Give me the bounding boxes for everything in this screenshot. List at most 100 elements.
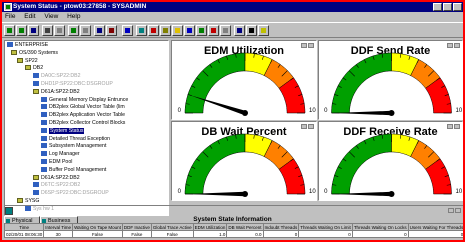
chart-view-icon[interactable] (148, 25, 159, 36)
column-header[interactable]: Indoubt Threads (262, 223, 300, 231)
tree-item[interactable]: D6SP:SP22:DBC:DSGROUP (33, 190, 109, 197)
tree-item[interactable]: EDM Pool (41, 159, 72, 166)
close-button[interactable] (453, 3, 462, 11)
column-header[interactable]: Waiting On Tape Mount (72, 223, 123, 231)
tree-item[interactable]: Subsystem Management (41, 143, 106, 150)
column-header[interactable]: DB Wait Percent (226, 223, 264, 231)
gauge-hub (388, 110, 395, 116)
graph-icon[interactable] (184, 25, 195, 36)
table-header-row: Time Interval Time Waiting On Tape Mount DD… (3, 223, 463, 231)
tree-item[interactable]: D6TC:SP22:DB2 (33, 182, 80, 189)
menu-file[interactable]: File (5, 13, 15, 20)
restore-pane-button[interactable] (301, 124, 307, 129)
close-pane-button[interactable] (308, 43, 314, 48)
tree-item[interactable]: System Status (41, 127, 85, 135)
close-pane-button[interactable] (454, 43, 460, 48)
column-header[interactable]: Global Trace Active (150, 223, 194, 231)
find-icon[interactable] (94, 25, 105, 36)
print-icon[interactable] (42, 25, 53, 36)
back-icon[interactable] (4, 25, 15, 36)
menu-edit[interactable]: Edit (24, 13, 35, 20)
gauge-tick-label: 10 (456, 189, 463, 195)
tree-item[interactable]: SP22 (17, 57, 38, 65)
tree-item[interactable]: Buffer Pool Management (41, 166, 106, 174)
copy-icon[interactable] (54, 25, 65, 36)
restore-pane-button[interactable] (301, 43, 307, 48)
app-icon[interactable] (4, 3, 12, 11)
workspace-icon (41, 166, 47, 172)
tree-item[interactable]: Detailed Thread Exception (41, 135, 110, 143)
folder-icon (33, 174, 39, 180)
column-header[interactable]: Interval Time (43, 223, 74, 231)
link-icon[interactable] (234, 25, 245, 36)
column-header[interactable]: DDF Inactive (121, 223, 152, 231)
workspace-icon (41, 96, 47, 102)
column-header[interactable]: Users Waiting For Threads (407, 223, 463, 231)
navigator-tree[interactable]: ENTERPRISE OS/390 Systems SP22 DB2 DA0C:SP22… (4, 40, 169, 216)
table-row[interactable]: 02/20/01 08:06:30 30 False False False 1.0 0.0… (3, 230, 463, 238)
workspace-icon (41, 104, 47, 110)
folder-icon (17, 57, 23, 63)
tree-item[interactable]: Log Manager (41, 151, 80, 158)
column-header[interactable]: Time (3, 223, 45, 231)
forward-icon[interactable] (16, 25, 27, 36)
folder-icon (33, 88, 39, 94)
close-pane-button[interactable] (454, 124, 460, 129)
alert-icon[interactable] (258, 25, 269, 36)
tree-item-label: SYSG (25, 198, 40, 204)
gauge-view-icon[interactable] (136, 25, 147, 36)
monitor-icon[interactable] (122, 25, 133, 36)
tree-item-label: Log Manager (49, 151, 80, 158)
gauge-tick-label: 0 (178, 189, 182, 195)
tree-item[interactable]: DB2plex Global Vector Table (lim (41, 104, 125, 111)
refresh-icon[interactable] (68, 25, 79, 36)
tree-item-label: OS/390 Systems (19, 49, 58, 56)
minimize-button[interactable] (433, 3, 442, 11)
tree-item[interactable]: DB2 (25, 65, 43, 72)
close-pane-button[interactable] (308, 124, 314, 129)
tree-item[interactable]: DHD1P:SP22:DBC:DSGROUP (33, 81, 113, 88)
tree-item[interactable]: General Memory Display Entrunce (41, 96, 128, 104)
restore-pane-button[interactable] (447, 43, 453, 48)
tree-item-label: DHD1P:SP22:DBC:DSGROUP (41, 81, 113, 87)
terminal-icon[interactable] (246, 25, 257, 36)
gauge-band (331, 133, 392, 195)
menu-view[interactable]: View (44, 13, 58, 20)
tree-item[interactable]: D61A:SP22:DB2 (33, 88, 80, 96)
stop-icon[interactable] (80, 25, 91, 36)
tree-item[interactable]: DB2plex Application Vector Table (41, 112, 125, 119)
table-cell: 0 (298, 230, 353, 238)
table-cell: 0 (407, 230, 463, 238)
table-cell: 0.0 (226, 230, 264, 238)
gauge-hub (388, 191, 395, 197)
bar-chart-icon[interactable] (208, 25, 219, 36)
message-icon[interactable] (172, 25, 183, 36)
menu-help[interactable]: Help (67, 13, 80, 20)
gauge-ddf-receive-rate: DDF Receive Rate 0 10 (318, 121, 463, 201)
tree-item[interactable]: D61A:SP22:DB2 (33, 174, 80, 182)
gauge-tick-label: 0 (178, 108, 182, 114)
tree-item-label: DA0C:SP22:DB2 (41, 73, 81, 80)
title-bar[interactable]: System Status - ptow03:27858 - SYSADMIN (2, 2, 463, 12)
gauge-hub (242, 110, 248, 116)
table-view-icon[interactable] (160, 25, 171, 36)
tree-item[interactable]: OS/390 Systems (11, 49, 58, 57)
workspace-icon[interactable] (196, 25, 207, 36)
table-cell: 30 (43, 230, 74, 238)
column-header[interactable]: Threads Waiting On Locks (351, 223, 409, 231)
tree-item[interactable]: ENTERPRISE (7, 42, 48, 49)
workspace-icon (41, 143, 47, 149)
column-header[interactable]: EDM Utilization (192, 223, 228, 231)
help-icon[interactable] (106, 25, 117, 36)
tree-item[interactable]: DA0C:SP22:DB2 (33, 73, 81, 80)
maximize-button[interactable] (443, 3, 452, 11)
tree-item[interactable]: DB2plex Collector Control Blocks (41, 120, 125, 127)
up-icon[interactable] (28, 25, 39, 36)
tree-item[interactable]: SYSG (17, 198, 39, 205)
notes-icon[interactable] (220, 25, 231, 36)
column-header[interactable]: Threads Waiting On Limit (298, 223, 353, 231)
tree-item-label: SP22 (25, 57, 38, 64)
tree-item-label: ENTERPRISE (15, 42, 49, 48)
restore-pane-button[interactable] (447, 124, 453, 129)
table-cell: 1.0 (192, 230, 228, 238)
